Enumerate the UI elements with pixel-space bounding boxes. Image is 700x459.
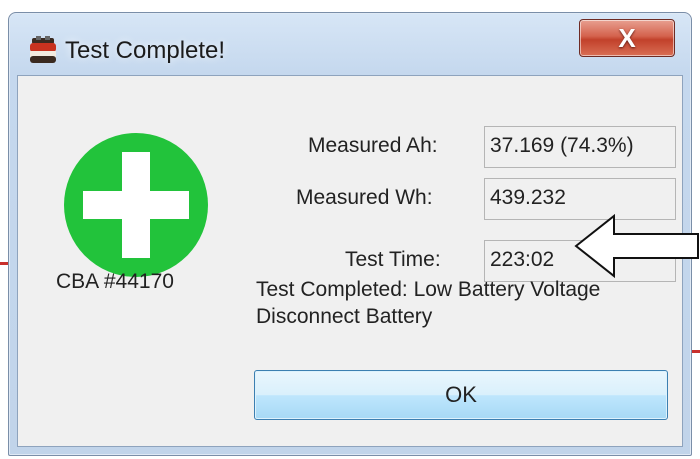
plus-icon bbox=[64, 133, 208, 277]
test-time-label: Test Time: bbox=[345, 248, 441, 271]
status-line: Disconnect Battery bbox=[256, 305, 433, 328]
ok-button[interactable]: OK bbox=[254, 370, 668, 420]
status-line: Test Completed: Low Battery Voltage bbox=[256, 278, 601, 301]
measured-ah-label: Measured Ah: bbox=[308, 134, 438, 157]
status-message: Test Completed: Low Battery Voltage Disc… bbox=[256, 276, 600, 330]
measured-ah-field[interactable]: 37.169 (74.3%) bbox=[484, 126, 676, 168]
window-title: Test Complete! bbox=[65, 37, 226, 64]
close-icon: X bbox=[618, 22, 636, 53]
close-button[interactable]: X bbox=[579, 19, 675, 57]
arrow-left-icon bbox=[574, 213, 699, 279]
title-bar[interactable]: Test Complete! X bbox=[9, 13, 691, 75]
device-label: CBA #44170 bbox=[56, 270, 174, 293]
battery-icon bbox=[30, 36, 56, 63]
measured-wh-label: Measured Wh: bbox=[296, 186, 433, 209]
